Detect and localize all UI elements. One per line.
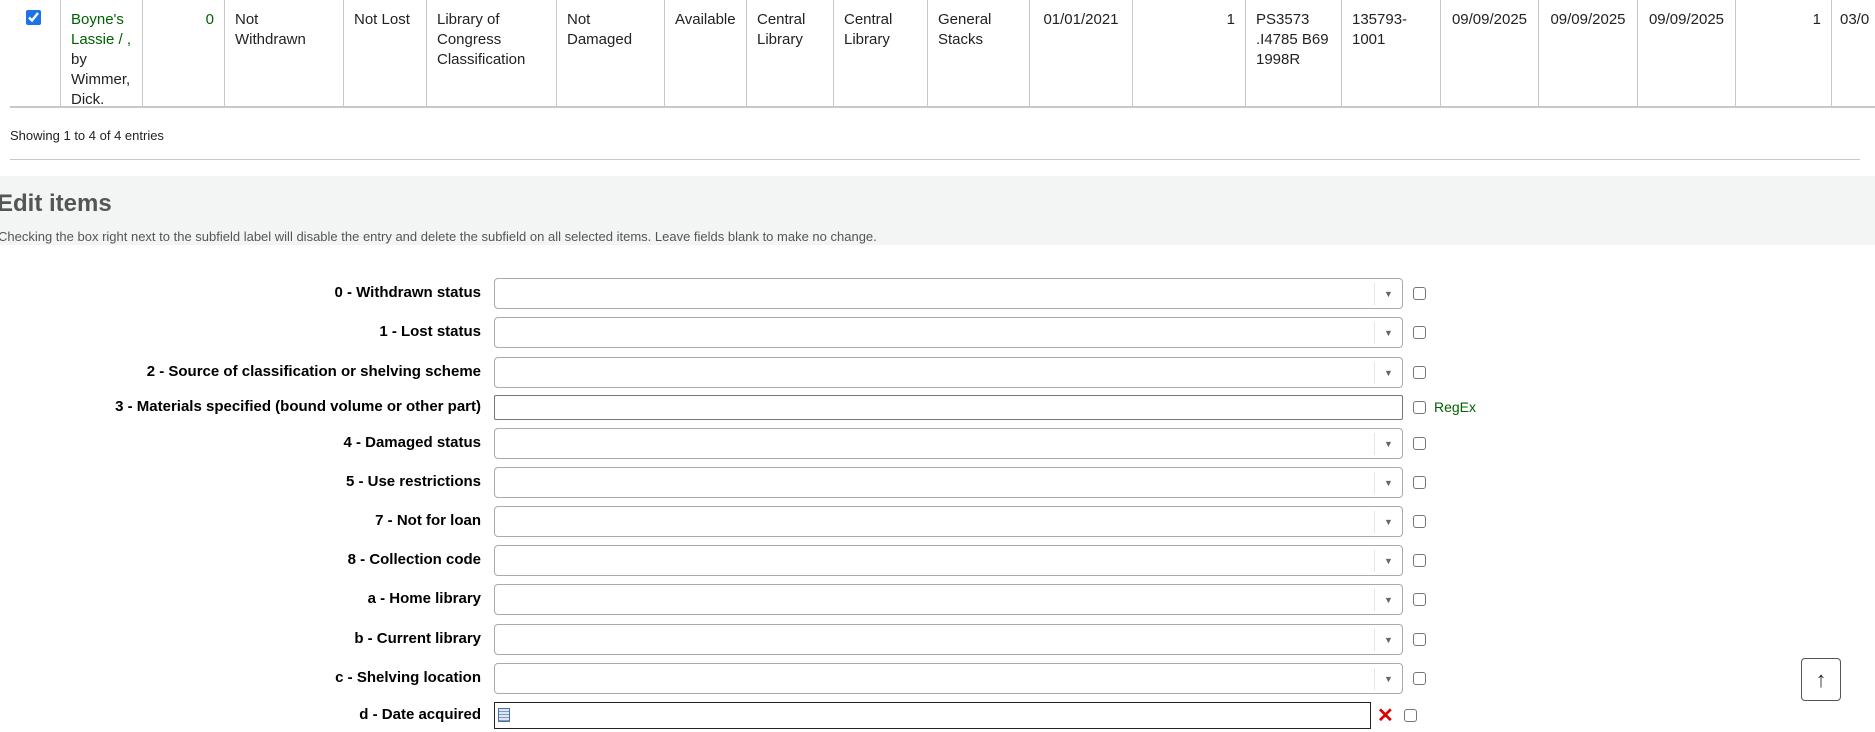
chevron-down-icon: ▼ — [1374, 472, 1402, 494]
delete-subfield-checkbox[interactable] — [1413, 593, 1426, 606]
cell: 135793-1001 — [1342, 0, 1441, 106]
cell: Library of Congress Classification — [427, 0, 557, 106]
delete-subfield-checkbox[interactable] — [1413, 401, 1426, 414]
delete-subfield-checkbox[interactable] — [1413, 633, 1426, 646]
field-label: 2 - Source of classification or shelving… — [146, 363, 481, 380]
field-label: 7 - Not for loan — [375, 512, 481, 529]
title-link[interactable]: Boyne's Lassie / , — [71, 11, 131, 48]
delete-subfield-checkbox[interactable] — [1413, 476, 1426, 489]
field-select[interactable]: ▼ — [494, 545, 1403, 576]
materials-input[interactable] — [494, 395, 1403, 420]
arrow-up-icon: ↑ — [1815, 667, 1827, 692]
delete-subfield-checkbox[interactable] — [1413, 515, 1426, 528]
calendar-icon[interactable] — [498, 708, 510, 722]
table-row: Boyne's Lassie / , by Wimmer, Dick. 0 No… — [10, 0, 1875, 108]
delete-subfield-checkbox[interactable] — [1413, 366, 1426, 379]
cell: Central Library — [747, 0, 834, 106]
title-cell: Boyne's Lassie / , by Wimmer, Dick. — [61, 0, 143, 108]
chevron-down-icon: ▼ — [1374, 433, 1402, 455]
field-label: d - Date acquired — [359, 706, 481, 723]
field-label: 1 - Lost status — [379, 323, 481, 340]
chevron-down-icon: ▼ — [1374, 629, 1402, 651]
cell: 09/09/2025 — [1638, 0, 1736, 106]
clear-date-icon[interactable]: ✕ — [1377, 703, 1394, 728]
edit-header: Edit items Checking the box right next t… — [0, 176, 1875, 245]
table-info: Showing 1 to 4 of 4 entries — [10, 128, 164, 143]
cell: 03/0 — [1840, 11, 1870, 28]
cell: 09/09/2025 — [1441, 0, 1539, 106]
field-row: 4 - Damaged status ▼ — [0, 428, 1875, 459]
field-label: 4 - Damaged status — [343, 434, 481, 451]
cell: 01/01/2021 — [1030, 0, 1133, 106]
divider — [10, 159, 1860, 160]
cell: 09/09/2025 — [1539, 0, 1638, 106]
field-select[interactable]: ▼ — [494, 506, 1403, 537]
field-select[interactable]: ▼ — [494, 467, 1403, 498]
field-select[interactable]: ▼ — [494, 317, 1403, 348]
chevron-down-icon: ▼ — [1374, 668, 1402, 690]
field-row: 1 - Lost status ▼ — [0, 317, 1875, 348]
cell: General Stacks — [928, 0, 1030, 106]
select-cell — [10, 0, 61, 106]
chevron-down-icon: ▼ — [1374, 511, 1402, 533]
cell: Not Lost — [344, 0, 427, 106]
field-row: 3 - Materials specified (bound volume or… — [0, 392, 1875, 423]
field-select[interactable]: ▼ — [494, 428, 1403, 459]
field-select[interactable]: ▼ — [494, 584, 1403, 615]
field-row: d - Date acquired ✕ — [0, 700, 1875, 731]
delete-subfield-checkbox[interactable] — [1413, 554, 1426, 567]
chevron-down-icon: ▼ — [1374, 589, 1402, 611]
field-row: b - Current library ▼ — [0, 624, 1875, 655]
cell: PS3573 .I4785 B69 1998R — [1246, 0, 1342, 106]
field-select[interactable]: ▼ — [494, 278, 1403, 309]
delete-subfield-checkbox[interactable] — [1413, 672, 1426, 685]
field-select[interactable]: ▼ — [494, 663, 1403, 694]
cell: Available — [665, 0, 747, 106]
field-row: 5 - Use restrictions ▼ — [0, 467, 1875, 498]
field-label: 0 - Withdrawn status — [334, 284, 481, 301]
cell: Central Library — [834, 0, 928, 106]
chevron-down-icon: ▼ — [1374, 362, 1402, 384]
cell: 1 — [1736, 0, 1832, 106]
field-label: a - Home library — [367, 590, 481, 607]
field-select[interactable]: ▼ — [494, 624, 1403, 655]
field-row: c - Shelving location ▼ — [0, 663, 1875, 694]
field-label: c - Shelving location — [335, 669, 481, 686]
date-acquired-input[interactable] — [494, 702, 1371, 729]
chevron-down-icon: ▼ — [1374, 283, 1402, 305]
field-row: 8 - Collection code ▼ — [0, 545, 1875, 576]
field-label: 8 - Collection code — [347, 551, 481, 568]
regex-link[interactable]: RegEx — [1434, 399, 1476, 415]
field-row: 0 - Withdrawn status ▼ — [0, 278, 1875, 309]
author: by Wimmer, Dick. — [71, 51, 131, 108]
delete-subfield-checkbox[interactable] — [1404, 709, 1417, 722]
field-row: 2 - Source of classification or shelving… — [0, 357, 1875, 388]
row-select-checkbox[interactable] — [26, 10, 41, 25]
cell: 1 — [1133, 0, 1246, 106]
edit-title: Edit items — [0, 190, 112, 217]
delete-subfield-checkbox[interactable] — [1413, 287, 1426, 300]
field-select[interactable]: ▼ — [494, 357, 1403, 388]
delete-subfield-checkbox[interactable] — [1413, 437, 1426, 450]
field-row: 7 - Not for loan ▼ — [0, 506, 1875, 537]
field-row: a - Home library ▼ — [0, 584, 1875, 615]
field-label: 5 - Use restrictions — [345, 473, 481, 490]
edit-description: Checking the box right next to the subfi… — [0, 229, 877, 244]
cell: Not Withdrawn — [225, 0, 344, 106]
cell: 0 — [143, 0, 225, 106]
cell: Not Damaged — [557, 0, 665, 106]
chevron-down-icon: ▼ — [1374, 322, 1402, 344]
chevron-down-icon: ▼ — [1374, 550, 1402, 572]
field-label: b - Current library — [354, 630, 481, 647]
back-to-top-button[interactable]: ↑ — [1801, 658, 1841, 701]
field-label: 3 - Materials specified (bound volume or… — [115, 398, 481, 415]
delete-subfield-checkbox[interactable] — [1413, 326, 1426, 339]
